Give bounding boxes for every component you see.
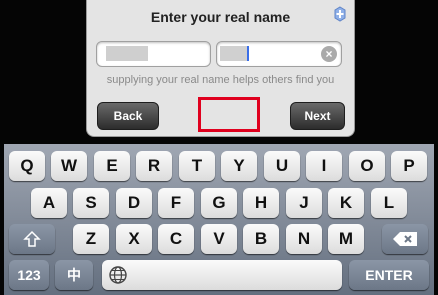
key-x[interactable]: X [116, 224, 152, 254]
key-v[interactable]: V [201, 224, 237, 254]
last-name-field[interactable]: × [216, 41, 342, 67]
key-p[interactable]: P [391, 151, 427, 181]
key-h[interactable]: H [243, 188, 279, 218]
key-u[interactable]: U [264, 151, 300, 181]
key-d[interactable]: D [116, 188, 152, 218]
key-g[interactable]: G [201, 188, 237, 218]
shift-key[interactable] [9, 224, 55, 254]
key-a[interactable]: A [31, 188, 67, 218]
back-button[interactable]: Back [97, 102, 159, 130]
key-l[interactable]: L [371, 188, 407, 218]
key-o[interactable]: O [349, 151, 385, 181]
key-k[interactable]: K [328, 188, 364, 218]
next-button[interactable]: Next [290, 102, 345, 130]
key-j[interactable]: J [286, 188, 322, 218]
key-r[interactable]: R [136, 151, 172, 181]
onscreen-keyboard: Q W E R T Y U I O P A S D F G H J K L Z … [4, 144, 434, 295]
key-i[interactable]: I [306, 151, 342, 181]
dialog-title: Enter your real name [150, 9, 291, 25]
first-name-field[interactable] [96, 41, 211, 67]
key-e[interactable]: E [94, 151, 130, 181]
chinese-input-key[interactable]: 中 [55, 260, 93, 290]
key-b[interactable]: B [243, 224, 279, 254]
text-cursor [247, 46, 249, 61]
globe-icon[interactable] [108, 265, 128, 285]
key-q[interactable]: Q [9, 151, 45, 181]
key-c[interactable]: C [158, 224, 194, 254]
redacted-text [106, 46, 148, 61]
key-n[interactable]: N [286, 224, 322, 254]
key-y[interactable]: Y [221, 151, 257, 181]
backspace-key[interactable] [382, 224, 428, 254]
shift-icon [23, 230, 41, 247]
next-button-highlight [198, 97, 260, 132]
add-icon[interactable] [333, 6, 347, 22]
key-t[interactable]: T [179, 151, 215, 181]
key-f[interactable]: F [158, 188, 194, 218]
space-key[interactable] [102, 260, 342, 290]
numbers-key[interactable]: 123 [9, 260, 49, 290]
redacted-text [220, 46, 247, 61]
key-w[interactable]: W [51, 151, 87, 181]
backspace-icon [393, 232, 417, 246]
key-z[interactable]: Z [73, 224, 109, 254]
enter-key[interactable]: ENTER [349, 260, 429, 290]
key-m[interactable]: M [328, 224, 364, 254]
clear-icon[interactable]: × [321, 46, 337, 62]
hint-text: supplying your real name helps others fi… [106, 74, 335, 86]
key-s[interactable]: S [73, 188, 109, 218]
